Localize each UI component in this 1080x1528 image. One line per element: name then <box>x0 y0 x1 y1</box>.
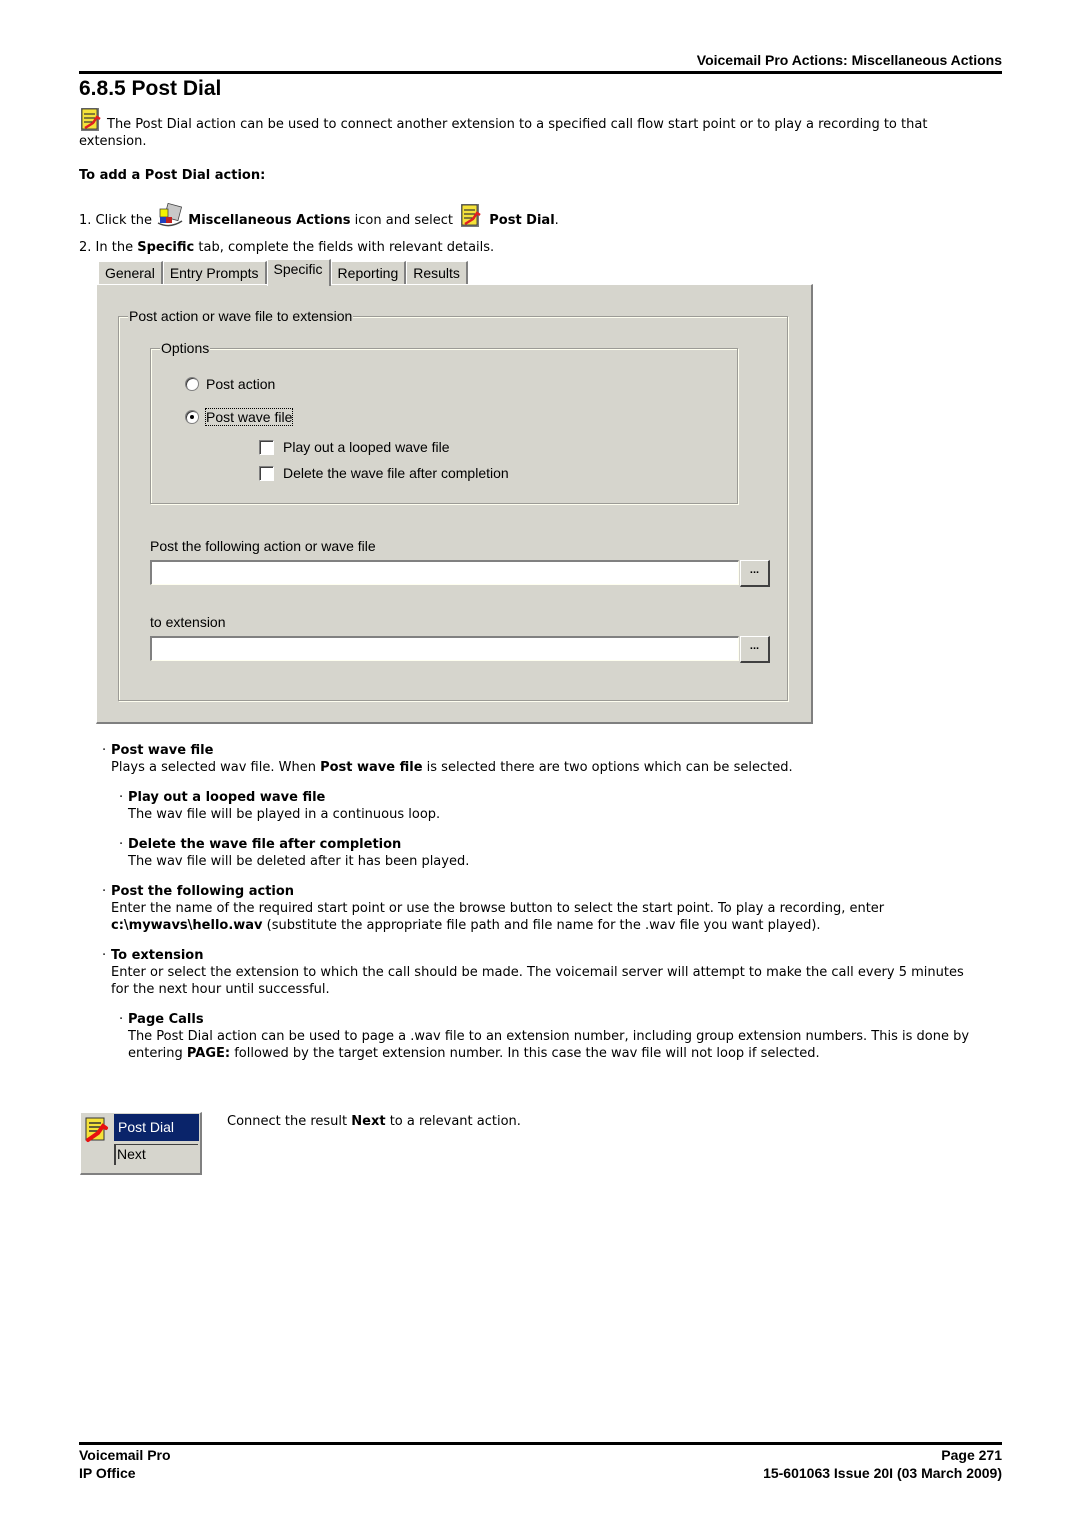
to-extension-browse-button[interactable]: ... <box>740 636 770 663</box>
desc-post-following-action: · Post the following action Enter the na… <box>102 883 981 934</box>
intro-text: The Post Dial action can be used to conn… <box>79 117 928 149</box>
radio-selected-dot <box>190 415 194 419</box>
post-action-group: Post action or wave file to extension Op… <box>118 308 788 701</box>
tab-reporting[interactable]: Reporting <box>330 261 407 285</box>
header-rule <box>79 71 1002 74</box>
desc-text: The wav file will be deleted after it ha… <box>128 854 470 869</box>
desc-heading: Post wave file <box>111 743 214 758</box>
bullet: · <box>119 790 124 805</box>
result-instruction: Connect the result Next to a relevant ac… <box>227 1114 521 1129</box>
step-1-pre: Click the <box>95 213 152 228</box>
desc-post-wave-file: · Post wave file Plays a selected wav fi… <box>102 742 981 776</box>
bullet: · <box>102 884 107 899</box>
step-2-bold: Specific <box>137 240 195 255</box>
tab-entry-prompts[interactable]: Entry Prompts <box>162 261 267 285</box>
tab-results[interactable]: Results <box>406 261 468 285</box>
desc-heading: Play out a looped wave file <box>128 790 326 805</box>
post-following-input[interactable] <box>150 560 739 585</box>
desc-play-looped: · Play out a looped wave file The wav fi… <box>119 789 978 823</box>
post-following-label: Post the following action or wave file <box>150 538 376 554</box>
tab-specific[interactable]: Specific <box>266 259 331 286</box>
to-extension-label: to extension <box>150 614 226 630</box>
action-node-title: Post Dial <box>114 1114 199 1141</box>
post-dial-icon <box>461 204 481 227</box>
post-following-browse-button[interactable]: ... <box>740 560 770 587</box>
desc-to-extension: · To extension Enter or select the exten… <box>102 947 981 998</box>
procedure-heading: To add a Post Dial action: <box>79 168 266 183</box>
step-1-number: 1. <box>79 213 92 228</box>
options-group-label: Options <box>160 340 211 356</box>
desc-page-calls: · Page Calls The Post Dial action can be… <box>119 1011 978 1062</box>
delete-after-checkbox[interactable] <box>259 466 274 481</box>
post-dial-action-node[interactable]: Post Dial Next <box>80 1112 202 1175</box>
footer-rule <box>79 1442 1002 1445</box>
play-looped-checkbox[interactable] <box>259 440 274 455</box>
play-looped-label[interactable]: Play out a looped wave file <box>283 439 450 455</box>
footer-platform: IP Office <box>79 1465 136 1481</box>
desc-text: The wav file will be played in a continu… <box>128 807 441 822</box>
post-action-group-label: Post action or wave file to extension <box>128 308 354 324</box>
step-1: 1. Click the Miscellaneous Actions icon … <box>79 203 559 229</box>
miscellaneous-actions-icon <box>157 203 183 227</box>
desc-text: The Post Dial action can be used to page… <box>128 1029 970 1061</box>
intro-paragraph: The Post Dial action can be used to conn… <box>79 107 959 150</box>
bullet: · <box>102 743 107 758</box>
specific-tab-panel: Post action or wave file to extension Op… <box>96 284 813 724</box>
result-next[interactable]: Next <box>114 1144 198 1165</box>
desc-text: Enter the name of the required start poi… <box>111 901 885 933</box>
page-title: 6.8.5 Post Dial <box>79 77 222 100</box>
desc-heading: Post the following action <box>111 884 295 899</box>
post-dial-icon <box>81 108 101 131</box>
delete-after-label[interactable]: Delete the wave file after completion <box>283 465 509 481</box>
dialog-tabs: General Entry Prompts Specific Reporting… <box>98 259 468 286</box>
post-wave-file-radio[interactable] <box>185 410 199 424</box>
desc-delete-after: · Delete the wave file after completion … <box>119 836 978 870</box>
post-action-label[interactable]: Post action <box>206 376 275 392</box>
to-extension-input[interactable] <box>150 636 739 661</box>
desc-text: Enter or select the extension to which t… <box>111 965 964 997</box>
section-header: Voicemail Pro Actions: Miscellaneous Act… <box>696 52 1002 68</box>
bullet: · <box>119 1012 124 1027</box>
step-2-pre: In the <box>95 240 134 255</box>
options-group: Options Post action Post wave file Play … <box>150 340 738 504</box>
step-1-bold-2: Post Dial <box>489 213 555 228</box>
tab-general[interactable]: General <box>98 261 163 285</box>
post-wave-file-label[interactable]: Post wave file <box>204 408 294 426</box>
footer-issue: 15-601063 Issue 20I (03 March 2009) <box>763 1465 1002 1481</box>
post-dial-icon <box>85 1117 108 1142</box>
step-1-end: . <box>554 213 559 228</box>
step-1-bold-1: Miscellaneous Actions <box>188 213 351 228</box>
step-2-number: 2. <box>79 240 92 255</box>
desc-heading: Page Calls <box>128 1012 204 1027</box>
desc-heading: Delete the wave file after completion <box>128 837 402 852</box>
footer-product: Voicemail Pro <box>79 1447 171 1463</box>
bullet: · <box>102 948 107 963</box>
step-2-post: tab, complete the fields with relevant d… <box>198 240 495 255</box>
desc-text: Plays a selected wav file. When Post wav… <box>111 760 793 775</box>
desc-heading: To extension <box>111 948 204 963</box>
bullet: · <box>119 837 124 852</box>
footer-page-number: Page 271 <box>941 1447 1002 1463</box>
step-2: 2. In the Specific tab, complete the fie… <box>79 239 494 256</box>
post-action-radio[interactable] <box>185 377 199 391</box>
step-1-mid: icon and select <box>354 213 453 228</box>
